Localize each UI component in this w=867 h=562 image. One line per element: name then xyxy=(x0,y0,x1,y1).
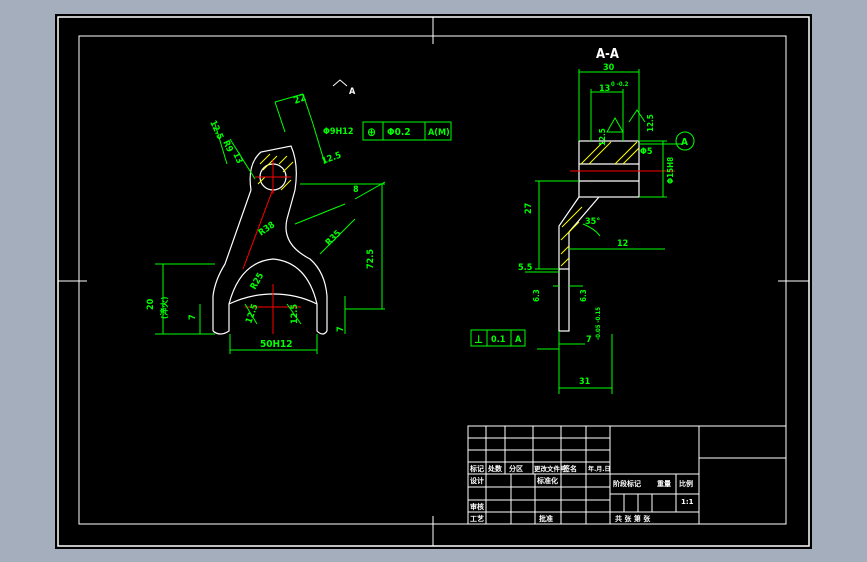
tb-header-4: 签名 xyxy=(562,464,577,473)
dim-fork-7-left: 7 xyxy=(188,314,198,320)
perpendicularity-icon: ⊥ xyxy=(474,333,483,346)
tb-standardization-label: 标准化 xyxy=(536,476,558,485)
drawing-frame xyxy=(78,35,787,525)
dim-r9: R9 xyxy=(220,139,234,154)
tb-scale-label: 比例 xyxy=(679,479,693,488)
tb-sheets-label: 共 张 第 张 xyxy=(615,514,651,523)
tol-13: 0 -0.2 xyxy=(611,81,629,88)
dim-width-30: 30 xyxy=(603,63,615,73)
tb-design-label: 设计 xyxy=(470,476,484,485)
tb-review-label: 审核 xyxy=(470,502,484,511)
perpendicularity-frame[interactable]: ⊥ 0.1 A xyxy=(470,329,526,347)
feature-control-frame[interactable]: ⊕ Φ0.2 A(M) xyxy=(362,121,452,141)
pf-datum: A xyxy=(515,335,522,345)
dim-width-bottom: 50H12 xyxy=(260,339,293,350)
pf-tolerance: 0.1 xyxy=(491,335,506,345)
dim-fork-height-note: (淬火) xyxy=(159,296,169,319)
cad-viewport[interactable]: A 22 12.5 R9 13 Φ9H12 12.5 8 R38 R35 72.… xyxy=(55,14,812,549)
dim-angle-8: 8 xyxy=(353,185,359,195)
dim-width-31: 31 xyxy=(579,377,591,387)
drawing-canvas[interactable]: A 22 12.5 R9 13 Φ9H12 12.5 8 R38 R35 72.… xyxy=(55,14,812,549)
tb-stage-label: 阶段标记 xyxy=(613,479,641,488)
tb-header-5: 年.月.日 xyxy=(588,465,611,473)
dim-6-3-left: 6.3 xyxy=(532,289,541,302)
section-outline xyxy=(558,140,640,332)
dim-thickness-tol: -0.05 -0.15 xyxy=(595,307,602,340)
dim-hole-alt: Φ15H8 xyxy=(666,157,675,184)
dim-13: 13 xyxy=(230,151,244,165)
tb-approve-label: 批准 xyxy=(539,514,553,523)
dim-12: 12 xyxy=(617,239,628,249)
fcf-tolerance: Φ0.2 xyxy=(387,127,411,138)
title-block[interactable]: 标记 处数 分区 更改文件号 签名 年.月.日 设计 标准化 审核 工艺 批准 … xyxy=(467,425,787,525)
dim-r25: R25 xyxy=(249,271,267,291)
roughness-fork-right: 12.5 xyxy=(290,304,300,324)
outer-border xyxy=(57,16,810,547)
dim-5-5: 5.5 xyxy=(518,263,533,273)
roughness-hole: 12.5 xyxy=(321,150,344,166)
centering-marks xyxy=(58,17,809,546)
section-title: A-A xyxy=(596,47,619,62)
shift-fork-outline xyxy=(212,145,328,335)
tb-scale-value: 1:1 xyxy=(681,498,694,506)
tb-header-0: 标记 xyxy=(469,464,484,473)
dim-13: 13 xyxy=(599,84,610,94)
hub-hatch xyxy=(257,153,294,191)
tol-hole: Φ9H12 xyxy=(323,127,354,137)
dim-height-27: 27 xyxy=(524,203,534,214)
dim-6-3-right: 6.3 xyxy=(579,289,588,302)
section-view[interactable]: A-A A 30 13 0 -0.2 12.5 12.5 Φ5 Φ15H8 27… xyxy=(470,47,695,394)
dim-angle-35: 35° xyxy=(585,217,600,227)
dim-width-top: 22 xyxy=(292,92,308,107)
dim-fork-7-right: 7 xyxy=(336,326,346,332)
dim-r35: R35 xyxy=(324,228,344,248)
roughness-right: 12.5 xyxy=(646,114,655,132)
dim-thickness: 7 xyxy=(586,335,592,345)
dim-height-72-5: 72.5 xyxy=(366,249,376,269)
position-tolerance-icon: ⊕ xyxy=(367,125,376,139)
roughness-top: 12.5 xyxy=(207,119,225,142)
datum-circle-label: A xyxy=(681,137,688,148)
dim-fork-height: 20 xyxy=(146,298,156,310)
fcf-datum: A(M) xyxy=(428,128,450,138)
tb-header-1: 处数 xyxy=(487,464,503,473)
section-dimension-lines xyxy=(525,69,683,394)
tb-header-2: 分区 xyxy=(509,464,523,473)
tb-weight-label: 重量 xyxy=(657,479,671,488)
section-arrow-icon xyxy=(332,79,348,87)
dim-hole: Φ5 xyxy=(640,147,653,157)
front-view[interactable]: A 22 12.5 R9 13 Φ9H12 12.5 8 R38 R35 72.… xyxy=(146,79,452,354)
section-marker-label: A xyxy=(349,87,356,97)
roughness-left: 12.5 xyxy=(598,128,607,146)
roughness-fork-left: 12.5 xyxy=(244,302,260,325)
tb-process-label: 工艺 xyxy=(470,514,484,523)
